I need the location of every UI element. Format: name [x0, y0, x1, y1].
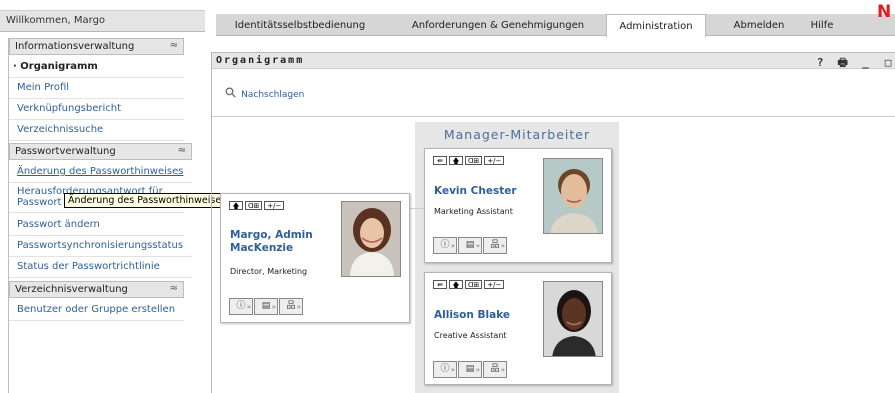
info-icon[interactable]: ⓘ [229, 298, 253, 315]
up-arrow-button[interactable]: 🡅 [449, 280, 463, 289]
person-photo [543, 281, 603, 357]
up-arrow-button[interactable]: 🡅 [229, 201, 243, 210]
section-header-information[interactable]: Informationsverwaltung ≈ [9, 38, 184, 55]
portlet-title: Organigramm [216, 55, 305, 66]
card-nav-buttons: 🡅 ᗡ⊞ +/− [229, 200, 286, 211]
toggle-button[interactable]: +/− [484, 280, 505, 289]
toggle-button[interactable]: +/− [484, 156, 505, 165]
portlet-header: Organigramm ? 🖶 _ □ [212, 52, 895, 69]
person-name[interactable]: Margo, Admin MacKenzie [230, 229, 313, 255]
person-title: Creative Assistant [434, 331, 507, 340]
card-nav-buttons: ⇚ 🡅 ᗡ⊞ +/− [433, 279, 506, 290]
org-chart-icon[interactable]: 品 [483, 237, 507, 254]
info-icon[interactable]: ⓘ [433, 237, 457, 254]
top-bar: Willkommen, Margo Identitätsselbstbedien… [0, 0, 895, 37]
card-action-buttons: ⓘ▤品 [433, 361, 508, 378]
portlet-tools: ? 🖶 _ □ [814, 54, 895, 73]
expand-button[interactable]: ᗡ⊞ [245, 201, 263, 210]
section-title: Informationsverwaltung [15, 41, 135, 52]
org-chart-icon[interactable]: 品 [279, 298, 303, 315]
sidebar: Informationsverwaltung ≈ · Organigramm M… [9, 38, 192, 393]
help-icon[interactable]: ? [814, 56, 828, 69]
tab-self-service[interactable]: Identitätsselbstbedienung [216, 14, 384, 36]
section-header-directory[interactable]: Verzeichnisverwaltung ≈ [9, 281, 184, 298]
magnifier-icon: ⚲ [221, 83, 241, 103]
sidebar-item-password-policy-status[interactable]: Status der Passwortrichtlinie [9, 257, 192, 278]
sidebar-item-change-password[interactable]: Passwort ändern [9, 215, 184, 236]
tab-administration[interactable]: Administration [606, 14, 706, 37]
person-photo [543, 158, 603, 234]
person-title: Director, Marketing [230, 267, 308, 276]
details-icon[interactable]: ▤ [458, 237, 482, 254]
card-nav-buttons: ⇚ 🡅 ᗡ⊞ +/− [433, 155, 506, 166]
sidebar-item-my-profile[interactable]: Mein Profil [9, 78, 184, 99]
lookup-link[interactable]: ⚲ Nachschlagen [222, 84, 305, 103]
tab-help[interactable]: Hilfe [802, 14, 842, 36]
up-arrow-button[interactable]: 🡅 [449, 156, 463, 165]
novell-logo: N [877, 2, 892, 22]
minimize-icon[interactable]: _ [859, 56, 873, 69]
relationship-title: Manager-Mitarbeiter [443, 127, 591, 142]
info-icon[interactable]: ⓘ [433, 361, 457, 378]
toggle-button[interactable]: +/− [264, 201, 285, 210]
details-icon[interactable]: ▤ [254, 298, 278, 315]
sidebar-item-org-chart[interactable]: · Organigramm [9, 57, 184, 78]
card-action-buttons: ⓘ▤品 [229, 298, 304, 315]
expand-button[interactable]: ᗡ⊞ [465, 280, 483, 289]
sidebar-item-directory-search[interactable]: Verzeichnissuche [9, 120, 184, 141]
person-name[interactable]: Allison Blake [434, 309, 510, 322]
employee-card[interactable]: ⇚ 🡅 ᗡ⊞ +/− Allison Blake Creative Assistant… [424, 272, 612, 385]
section-title: Verzeichnisverwaltung [15, 284, 128, 295]
welcome-text: Willkommen, Margo [0, 10, 205, 32]
section-title: Passwortverwaltung [15, 146, 116, 157]
section-header-password[interactable]: Passwortverwaltung ≈ [9, 143, 192, 160]
lookup-label: Nachschlagen [241, 90, 305, 100]
person-photo [341, 201, 401, 277]
back-button[interactable]: ⇚ [433, 156, 447, 165]
main-nav: Identitätsselbstbedienung Anforderungen … [216, 14, 895, 37]
card-action-buttons: ⓘ▤品 [433, 237, 508, 254]
details-icon[interactable]: ▤ [458, 361, 482, 378]
employee-card[interactable]: ⇚ 🡅 ᗡ⊞ +/− Kevin Chester Marketing Assistan… [424, 148, 612, 263]
back-button[interactable]: ⇚ [433, 280, 447, 289]
sidebar-item-link-report[interactable]: Verknüpfungsbericht [9, 99, 184, 120]
org-chart-icon[interactable]: 品 [483, 361, 507, 378]
sidebar-item-password-hint[interactable]: Änderung des Passworthinweises [9, 162, 192, 183]
tab-logout[interactable]: Abmelden [724, 14, 794, 36]
person-name[interactable]: Kevin Chester [434, 185, 517, 198]
sidebar-item-password-sync-status[interactable]: Passwortsynchronisierungsstatus [9, 236, 192, 257]
collapse-icon[interactable]: ≈ [170, 40, 178, 51]
tab-requests-approvals[interactable]: Anforderungen & Genehmigungen [400, 14, 596, 36]
tooltip: Änderung des Passworthinweises [64, 193, 231, 208]
sidebar-item-create-user-group[interactable]: Benutzer oder Gruppe erstellen [9, 300, 184, 321]
collapse-icon[interactable]: ≈ [178, 145, 186, 156]
manager-card[interactable]: 🡅 ᗡ⊞ +/− Margo, Admin MacKenzie Director, … [220, 193, 410, 323]
collapse-icon[interactable]: ≈ [170, 283, 178, 294]
print-icon[interactable]: 🖶 [837, 54, 851, 73]
divider [212, 116, 895, 117]
maximize-icon[interactable]: □ [882, 56, 895, 69]
person-title: Marketing Assistant [434, 207, 513, 216]
expand-button[interactable]: ᗡ⊞ [465, 156, 483, 165]
chart-connector [410, 208, 424, 209]
